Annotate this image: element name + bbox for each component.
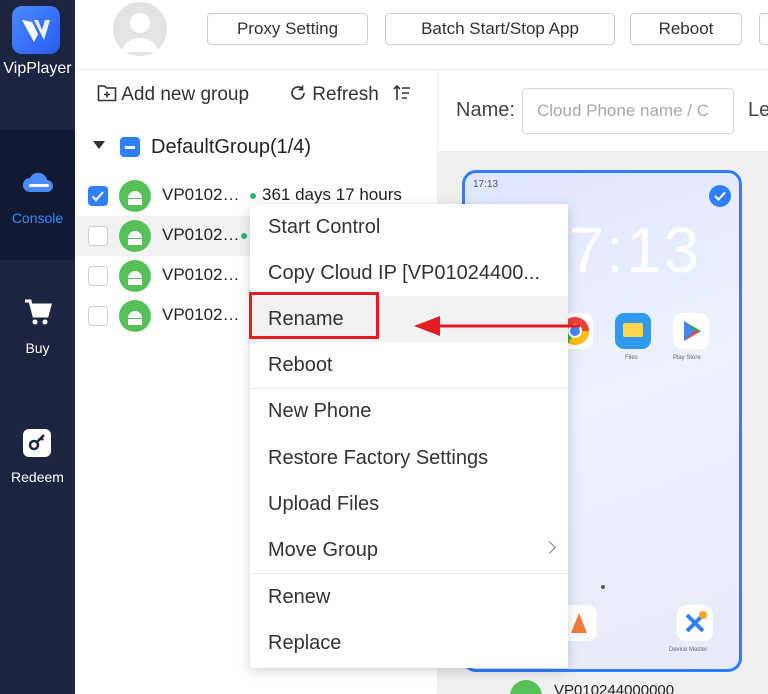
batch-start-stop-app-button[interactable]: Batch Start/Stop App — [385, 13, 615, 45]
android-icon — [119, 180, 151, 212]
next-filter-label: Le — [748, 99, 768, 121]
cart-icon — [25, 299, 52, 325]
menu-item-reboot[interactable]: Reboot — [250, 342, 568, 388]
phone-checkbox[interactable] — [88, 226, 108, 246]
phone-name: VP0102… — [162, 305, 240, 324]
menu-item-replace[interactable]: Replace — [250, 620, 568, 666]
app-logo — [12, 6, 60, 54]
phone-name: VP0102… — [162, 265, 240, 284]
minus-icon — [125, 146, 135, 149]
refresh-button[interactable]: Refresh — [289, 84, 379, 106]
menu-item-label: Move Group — [268, 539, 379, 561]
group-label: DefaultGroup(1/4) — [151, 136, 312, 158]
reboot-button[interactable]: Reboot — [630, 13, 742, 45]
android-icon — [119, 300, 151, 332]
online-status-dot — [241, 233, 247, 239]
app-label: Play Store — [673, 355, 701, 361]
folder-plus-icon — [97, 85, 117, 102]
add-group-button[interactable]: Add new group — [97, 84, 249, 106]
chevron-right-icon — [543, 541, 556, 554]
android-icon — [510, 680, 542, 694]
sidebar-item-label: Buy — [25, 340, 50, 356]
group-checkbox[interactable] — [120, 137, 140, 157]
menu-item-start-control[interactable]: Start Control — [250, 204, 568, 250]
phone-name: VP0102… — [162, 185, 240, 204]
page-indicator — [601, 585, 605, 589]
menu-item-restore-factory-settings[interactable]: Restore Factory Settings — [250, 435, 568, 481]
play-store-app-icon — [673, 313, 709, 349]
avatar[interactable] — [113, 2, 167, 56]
caret-down-icon[interactable] — [93, 141, 105, 149]
menu-item-renew[interactable]: Renew — [250, 574, 568, 620]
menu-item-upload-files[interactable]: Upload Files — [250, 481, 568, 527]
menu-item-move-group[interactable]: Move Group — [250, 527, 568, 573]
logo-icon — [22, 20, 50, 42]
status-bar-time: 17:13 — [473, 179, 499, 190]
sidebar-item-console[interactable]: Console — [0, 130, 75, 260]
key-icon — [23, 429, 51, 457]
online-status-dot — [250, 193, 256, 199]
selected-check-icon — [709, 185, 731, 207]
sort-icon — [393, 84, 410, 100]
android-icon — [119, 220, 151, 252]
name-search-input[interactable] — [522, 88, 734, 134]
phone-checkbox[interactable] — [88, 266, 108, 286]
refresh-icon — [291, 85, 305, 100]
sidebar-item-label: Console — [11, 210, 64, 226]
files-app-icon — [615, 313, 651, 349]
add-group-label: Add new group — [121, 84, 250, 105]
menu-item-new-phone[interactable]: New Phone — [250, 388, 568, 434]
app-name: VipPlayer — [3, 60, 72, 77]
menu-item-copy-cloud-ip[interactable]: Copy Cloud IP [VP01024400... — [250, 250, 568, 296]
sidebar-item-redeem[interactable]: Redeem — [0, 410, 75, 500]
group-row[interactable]: DefaultGroup(1/4) — [75, 128, 438, 168]
sidebar-item-buy[interactable]: Buy — [0, 280, 75, 370]
name-filter-label: Name: — [456, 99, 515, 121]
refresh-label: Refresh — [312, 84, 379, 105]
sidebar: VipPlayer Console Buy Redeem — [0, 0, 75, 694]
app-label: Device Master — [669, 647, 708, 653]
sort-button[interactable] — [393, 84, 411, 108]
more-toolbar-button[interactable] — [759, 13, 768, 45]
app-window: VipPlayer Console Buy Redeem Proxy Setti… — [0, 0, 768, 694]
device-master-app-icon — [677, 605, 713, 641]
check-icon — [91, 191, 104, 202]
phone-checkbox[interactable] — [88, 186, 108, 206]
android-icon — [119, 260, 151, 292]
filter-bar: Name: Le — [438, 70, 768, 152]
app-label: Files — [625, 355, 638, 361]
phone-card-name: VP010244000000 — [554, 682, 675, 694]
phone-checkbox[interactable] — [88, 306, 108, 326]
phone-name: VP0102… — [162, 225, 240, 244]
expiry-text: 361 days 17 hours — [262, 185, 402, 204]
sidebar-item-label: Redeem — [11, 469, 64, 485]
proxy-setting-button[interactable]: Proxy Setting — [207, 13, 368, 45]
top-toolbar: Proxy Setting Batch Start/Stop App Reboo… — [75, 0, 768, 70]
cloud-icon — [23, 172, 53, 192]
user-icon — [122, 13, 158, 52]
highlight-box — [249, 292, 379, 339]
context-menu: Start Control Copy Cloud IP [VP01024400.… — [250, 204, 568, 668]
